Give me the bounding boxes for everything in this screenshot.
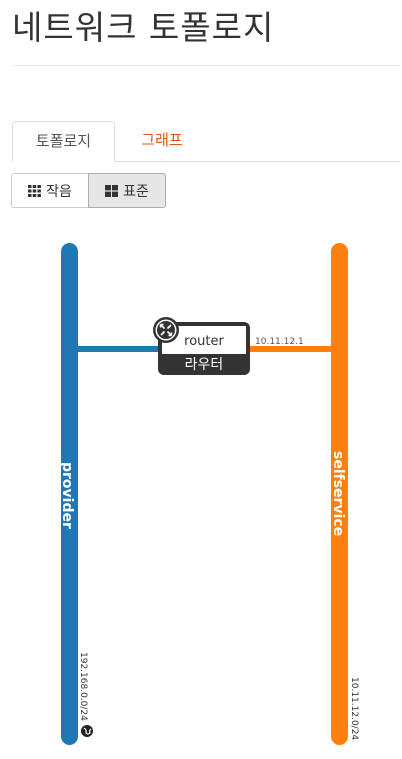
grid-large-icon: [105, 184, 119, 197]
network-provider[interactable]: provider 192.168.0.0/24: [59, 243, 93, 745]
network-selfservice[interactable]: selfservice 10.11.12.0/24: [330, 243, 359, 745]
router-icon: [153, 317, 179, 343]
provider-name: provider: [59, 462, 75, 529]
tab-graph[interactable]: 그래프: [122, 121, 202, 161]
router-node[interactable]: router 라우터: [153, 317, 250, 375]
network-topology-canvas: provider 192.168.0.0/24 selfservice 10.1…: [59, 243, 359, 745]
router-gateway-ip: 10.11.12.1: [255, 337, 304, 347]
router-name: router: [184, 334, 224, 349]
tab-topology[interactable]: 토폴로지: [12, 121, 115, 162]
grid-small-icon: [28, 184, 42, 197]
small-view-button[interactable]: 작음: [11, 173, 89, 208]
title-divider: [12, 65, 400, 66]
globe-icon: [81, 725, 93, 737]
page-title: 네트워크 토폴로지: [12, 8, 275, 47]
selfservice-name: selfservice: [330, 451, 346, 536]
normal-view-label: 표준: [123, 183, 149, 200]
small-view-label: 작음: [46, 183, 72, 200]
selfservice-cidr: 10.11.12.0/24: [349, 677, 359, 740]
normal-view-button[interactable]: 표준: [88, 173, 166, 208]
provider-cidr: 192.168.0.0/24: [78, 652, 88, 721]
view-tabs: 토폴로지 그래프: [12, 121, 400, 162]
router-type-label: 라우터: [185, 357, 224, 373]
